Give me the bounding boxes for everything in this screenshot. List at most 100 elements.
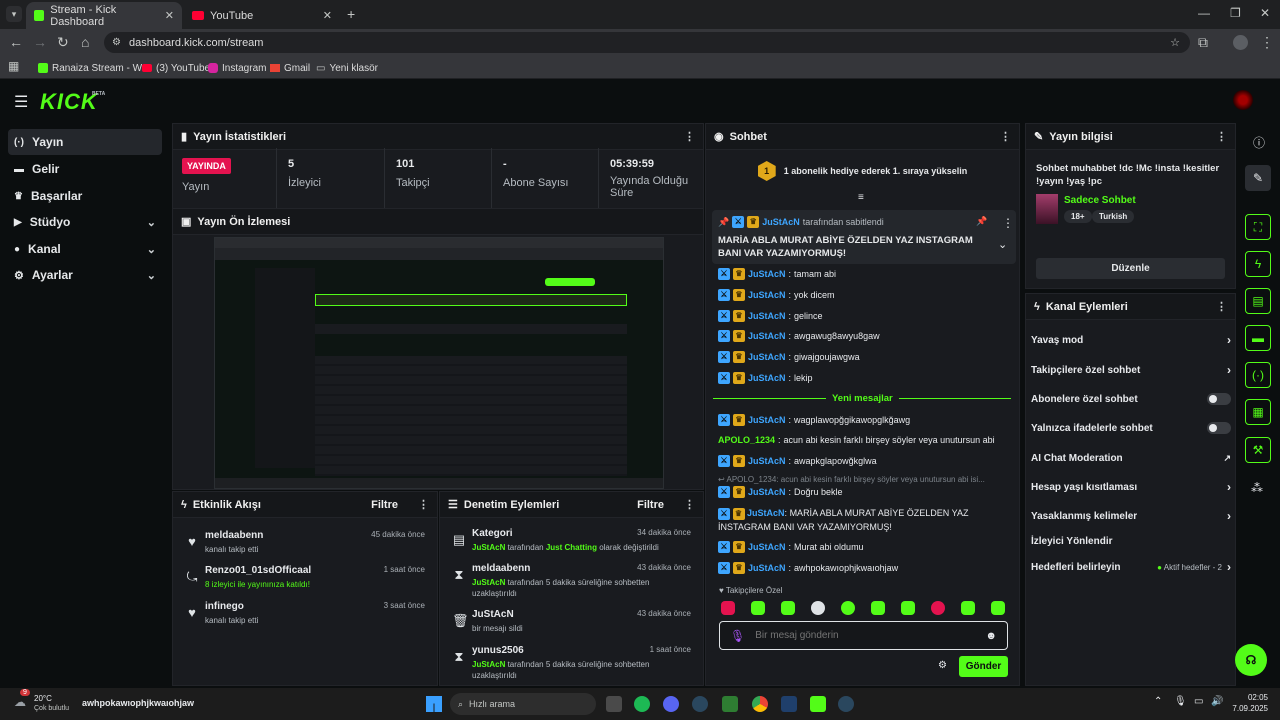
more-actions-icon[interactable]: ⁂ <box>1251 481 1263 495</box>
tab-youtube[interactable]: YouTube ✕ <box>184 2 340 29</box>
kebab-menu-icon[interactable]: ⋮ <box>418 498 429 511</box>
sidebar-item-kanal[interactable]: ● Kanal ⌄ <box>8 236 162 262</box>
weather-icon[interactable]: ☁ <box>14 695 26 709</box>
reply-reference[interactable]: ↩ APOLO_1234: acun abi kesin farklı birş… <box>718 475 1008 484</box>
unpin-icon[interactable]: 📌 <box>976 216 987 227</box>
send-button[interactable]: Gönder <box>959 656 1008 677</box>
steam-icon[interactable] <box>692 696 708 712</box>
sidebar-item-studyo[interactable]: ▶ Stüdyo ⌄ <box>8 209 162 235</box>
apps-grid-icon[interactable]: ▦ <box>8 59 19 73</box>
xbox-icon[interactable] <box>722 696 738 712</box>
category-link[interactable]: Sadece Sohbet <box>1064 195 1136 206</box>
tag-badge[interactable]: Turkish <box>1092 210 1135 223</box>
site-info-icon[interactable]: ⚙ <box>112 37 121 48</box>
spotify-icon[interactable] <box>634 696 650 712</box>
user-avatar[interactable] <box>1233 90 1253 110</box>
ai-moderation-row[interactable]: AI Chat Moderation ↗ <box>1031 449 1231 467</box>
chevron-down-icon[interactable]: ⌄ <box>998 238 1007 251</box>
mic-tray-icon[interactable]: 🎙 <box>1174 696 1187 707</box>
bookmark-ranaiza[interactable]: Ranaiza Stream - W... <box>38 60 150 76</box>
bookmark-youtube[interactable]: (3) YouTube <box>142 60 210 76</box>
banned-words-row[interactable]: Yasaklanmış kelimeler › <box>1031 507 1231 525</box>
discord-icon[interactable] <box>663 696 679 712</box>
sidebar-item-basarilar[interactable]: ♛ Başarılar <box>8 183 162 209</box>
kebab-menu-icon[interactable]: ⋮ <box>684 130 695 143</box>
microphone-icon[interactable]: 🎙 <box>730 629 745 643</box>
tray-chevron-icon[interactable]: ⌃ <box>1154 696 1162 707</box>
notes-icon[interactable]: ▤ <box>1245 288 1271 314</box>
profile-avatar[interactable] <box>1233 35 1248 50</box>
emote-icon[interactable] <box>811 601 825 615</box>
emote-icon[interactable] <box>721 601 735 615</box>
menu-icon[interactable]: ⋮ <box>1260 34 1274 51</box>
category-thumbnail[interactable] <box>1036 194 1058 224</box>
followers-only-row[interactable]: Takipçilere özel sohbet › <box>1031 361 1231 379</box>
goals-row[interactable]: Hedefleri belirleyin ● Aktif hedefler - 2… <box>1031 558 1231 576</box>
sidebar-item-ayarlar[interactable]: ⚙ Ayarlar ⌄ <box>8 262 162 288</box>
minimize-icon[interactable]: — <box>1198 6 1210 20</box>
broadcast-icon[interactable]: (·) <box>1245 362 1271 388</box>
emote-icon[interactable] <box>841 601 855 615</box>
kebab-menu-icon[interactable]: ⋮ <box>1002 216 1014 230</box>
steam-icon[interactable] <box>838 696 854 712</box>
edit-icon[interactable]: ✎ <box>1245 165 1271 191</box>
back-icon[interactable]: ← <box>9 34 23 50</box>
extensions-icon[interactable]: ⧉ <box>1198 34 1208 51</box>
volume-icon[interactable]: 🔊 <box>1211 696 1223 707</box>
kebab-menu-icon[interactable]: ⋮ <box>1000 130 1011 143</box>
url-field[interactable]: ⚙ dashboard.kick.com/stream ☆ <box>104 32 1190 53</box>
forward-icon[interactable]: → <box>33 34 47 50</box>
chat-message-input[interactable] <box>755 630 976 641</box>
filter-button[interactable]: Filtre <box>371 499 398 511</box>
taskbar-search[interactable]: ⌕ Hızlı arama <box>450 693 596 715</box>
chat-input-box[interactable]: 🎙 ☻ <box>719 621 1008 650</box>
clock-time[interactable]: 02:05 <box>1232 693 1268 702</box>
emote-icon[interactable] <box>871 601 885 615</box>
reload-icon[interactable]: ↻ <box>57 34 69 51</box>
emote-icon[interactable] <box>991 601 1005 615</box>
kebab-menu-icon[interactable]: ⋮ <box>1216 300 1227 313</box>
game-app-icon[interactable] <box>781 696 797 712</box>
kebab-menu-icon[interactable]: ⋮ <box>1216 130 1227 143</box>
info-icon[interactable]: ⓘ <box>1253 134 1265 151</box>
host-channel-row[interactable]: İzleyici Yönlendir <box>1031 532 1231 550</box>
kick-logo[interactable]: KICK <box>40 89 98 115</box>
kebab-menu-icon[interactable]: ⋮ <box>684 498 695 511</box>
wrench-icon[interactable]: ⚒ <box>1245 437 1271 463</box>
collapse-icon[interactable]: ≡ <box>858 192 864 203</box>
kick-app-icon[interactable] <box>810 696 826 712</box>
emote-icon[interactable] <box>751 601 765 615</box>
chat-bubble-icon[interactable]: ▬ <box>1245 325 1271 351</box>
sidebar-item-gelir[interactable]: ▬ Gelir <box>8 156 162 182</box>
close-window-icon[interactable]: ✕ <box>1260 6 1270 20</box>
gift-sub-banner[interactable]: 1 1 abonelik hediye ederek 1. sıraya yük… <box>710 160 1015 182</box>
emotes-only-toggle[interactable] <box>1207 422 1231 434</box>
close-tab-icon[interactable]: ✕ <box>165 9 174 22</box>
slow-mode-row[interactable]: Yavaş mod › <box>1031 331 1231 349</box>
emote-icon[interactable] <box>961 601 975 615</box>
weather-temp[interactable]: 20°C <box>34 694 52 703</box>
tag-badge[interactable]: 18+ <box>1064 210 1092 223</box>
stream-preview-video[interactable] <box>214 237 664 489</box>
account-age-row[interactable]: Hesap yaşı kısıtlaması › <box>1031 478 1231 496</box>
emoji-icon[interactable]: ☻ <box>985 630 997 642</box>
bookmark-star-icon[interactable]: ☆ <box>1170 36 1180 49</box>
emote-icon[interactable] <box>781 601 795 615</box>
emote-icon[interactable] <box>931 601 945 615</box>
chat-settings-icon[interactable]: ⚙ <box>938 660 947 671</box>
bookmark-folder[interactable]: ▭ Yeni klasör <box>316 60 378 76</box>
chrome-icon[interactable] <box>752 696 768 712</box>
home-icon[interactable]: ⌂ <box>81 34 89 50</box>
edit-button[interactable]: Düzenle <box>1036 258 1225 279</box>
subscribers-only-toggle[interactable] <box>1207 393 1231 405</box>
emote-icon[interactable] <box>901 601 915 615</box>
layers-icon[interactable]: ▦ <box>1245 399 1271 425</box>
maximize-icon[interactable]: ❐ <box>1230 6 1241 20</box>
hamburger-menu-icon[interactable]: ☰ <box>14 92 28 112</box>
clip-icon[interactable]: ⛶ <box>1245 214 1271 240</box>
sidebar-item-yayin[interactable]: (·) Yayın <box>8 129 162 155</box>
bookmark-gmail[interactable]: Gmail <box>270 60 310 76</box>
display-tray-icon[interactable]: ▭ <box>1194 696 1203 707</box>
tab-search-icon[interactable]: ▾ <box>6 6 22 22</box>
new-tab-icon[interactable]: + <box>347 6 355 22</box>
